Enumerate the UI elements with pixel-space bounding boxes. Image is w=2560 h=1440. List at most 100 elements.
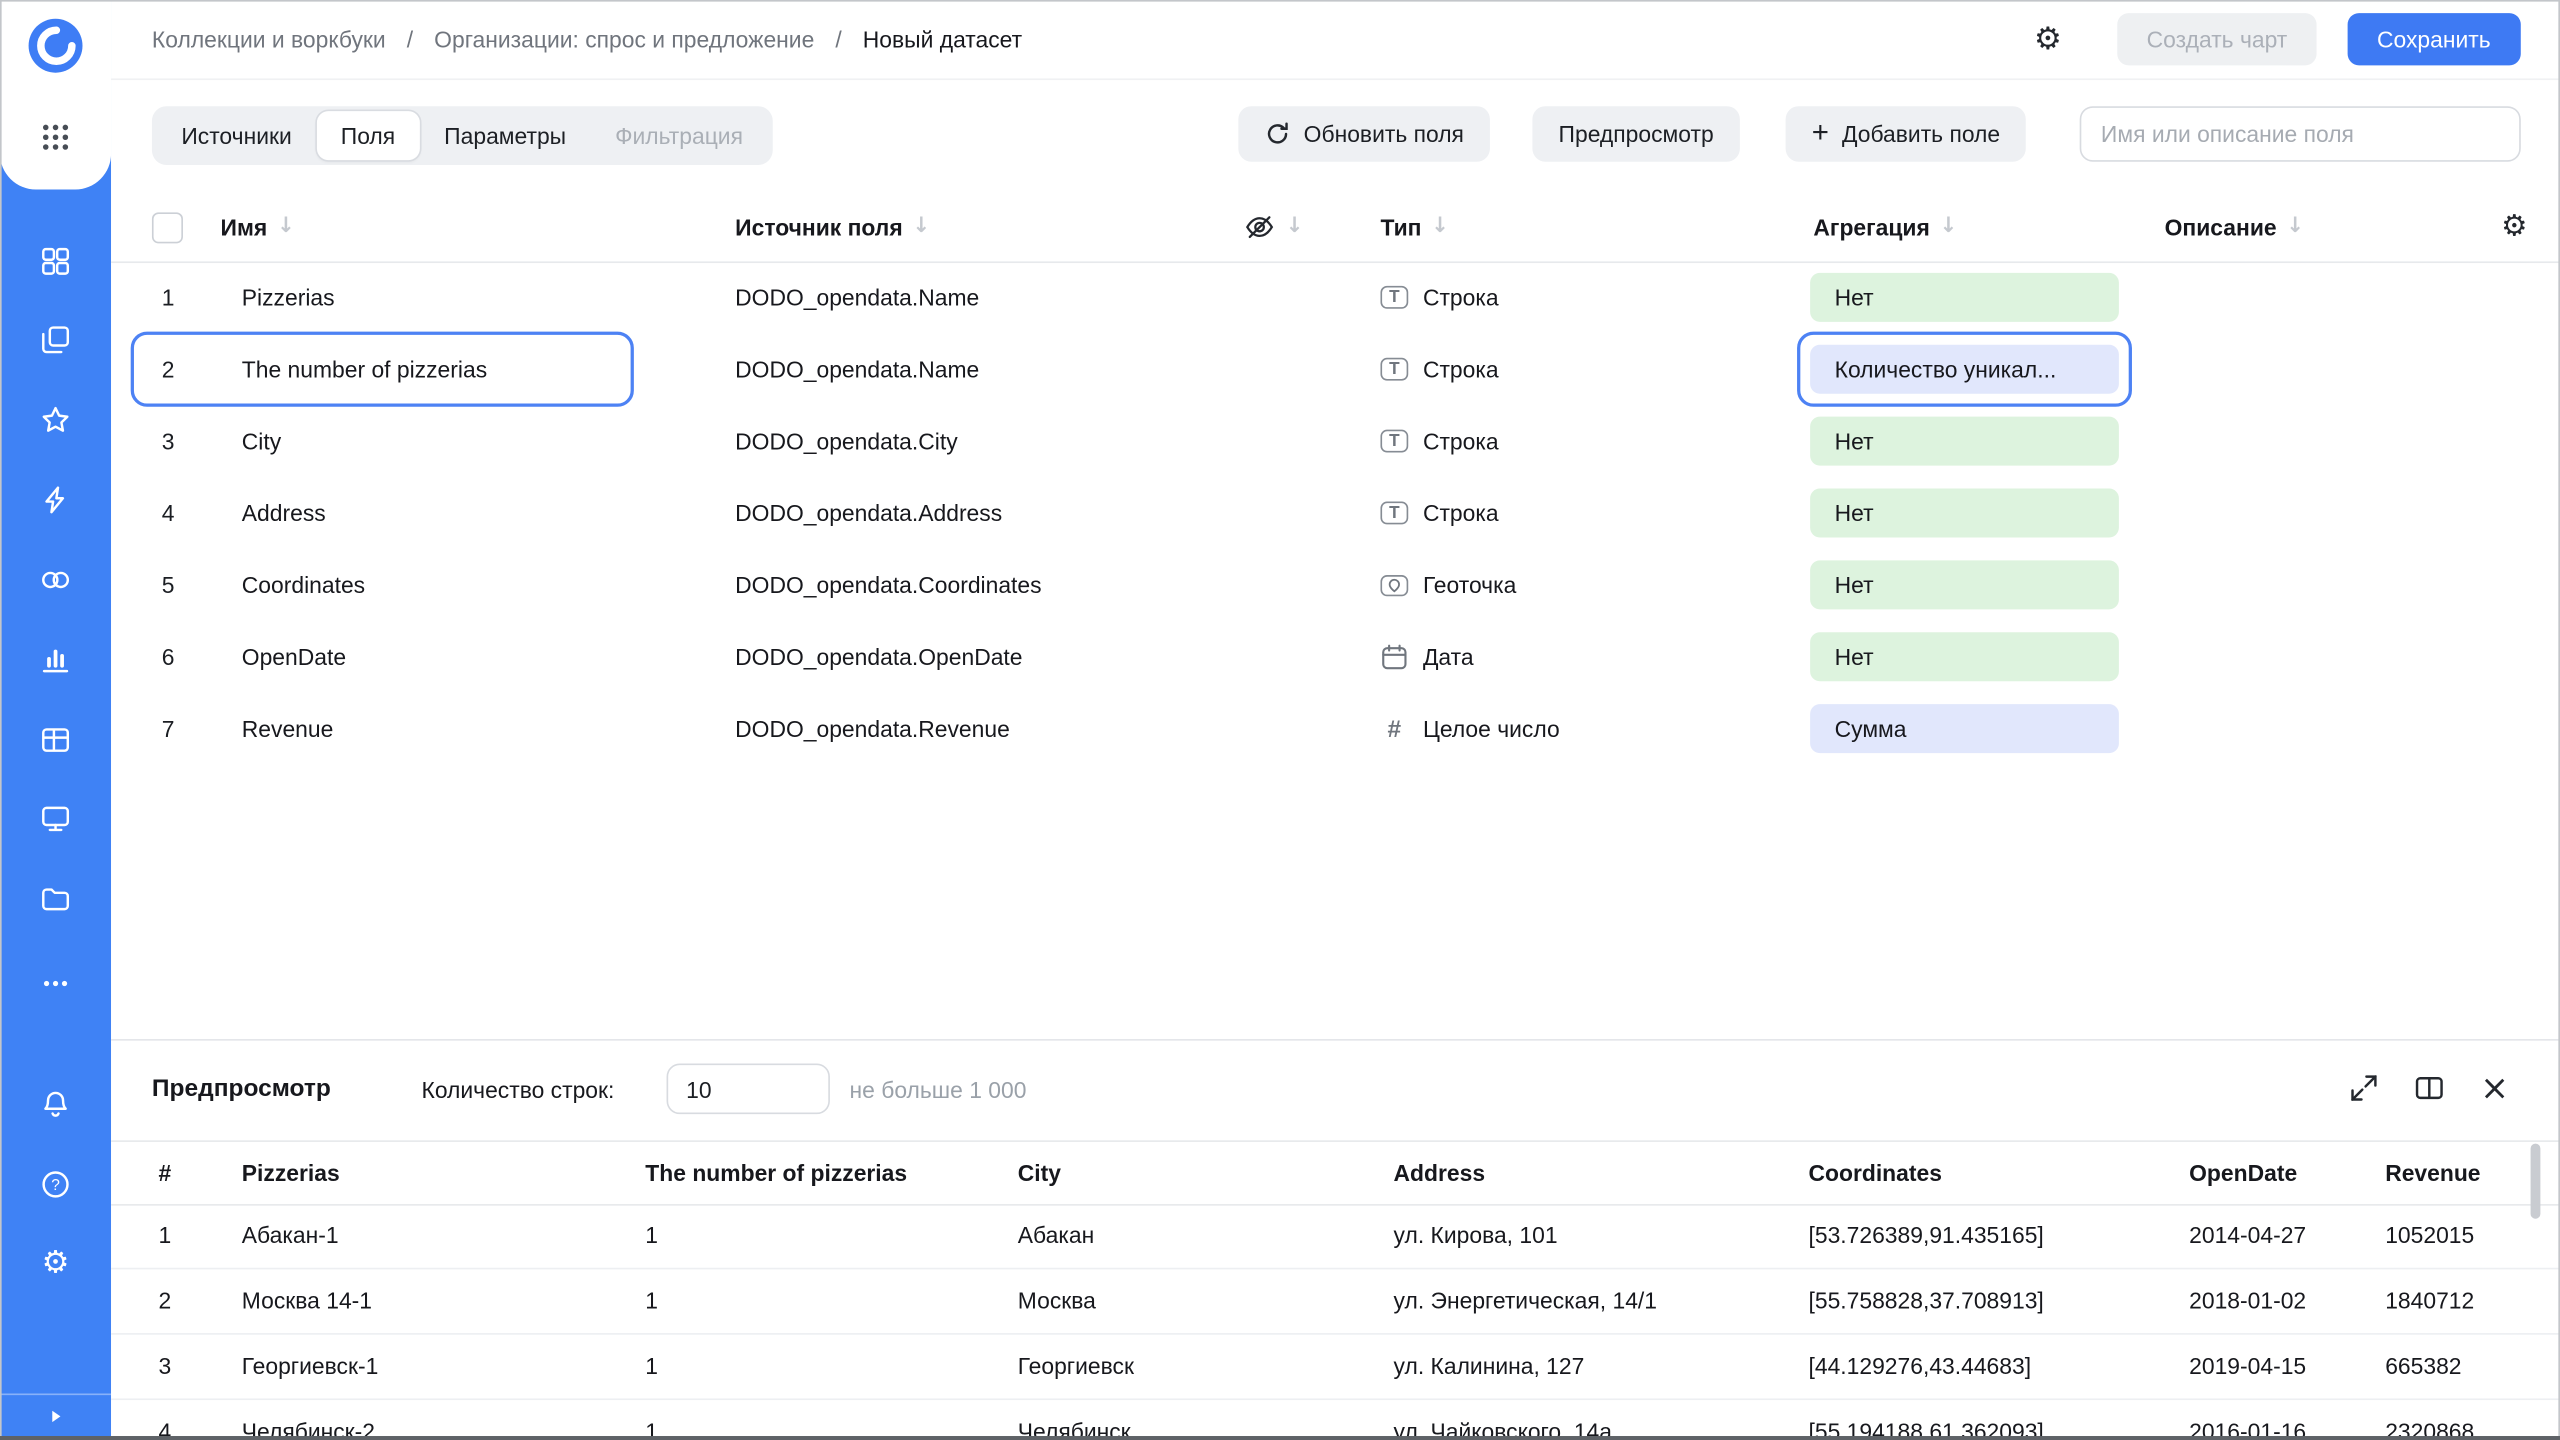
- field-name[interactable]: Pizzerias: [242, 261, 335, 333]
- preview-scrollbar-thumb[interactable]: [2530, 1143, 2541, 1219]
- field-aggregation-select[interactable]: Нет: [1810, 272, 2119, 322]
- field-name[interactable]: City: [242, 405, 281, 477]
- field-aggregation-select[interactable]: Нет: [1810, 560, 2119, 610]
- preview-expand-button[interactable]: [2348, 1072, 2381, 1105]
- preview-cell-coordinates: [55.758828,37.708913]: [1808, 1287, 2044, 1314]
- field-source[interactable]: DODO_opendata.Address: [735, 477, 1002, 549]
- field-type[interactable]: T # Строка: [1380, 405, 1499, 477]
- tab-parameters[interactable]: Параметры: [420, 111, 591, 160]
- connections-icon[interactable]: [39, 484, 72, 517]
- preview-cell-opendate: 2018-01-02: [2189, 1287, 2307, 1314]
- column-header-source[interactable]: Источник поля ↓: [735, 193, 930, 262]
- preview-row: 4 Челябинск-2 1 Челябинск ул. Чайковског…: [111, 1400, 2560, 1440]
- field-row[interactable]: 1 Pizzerias DODO_opendata.Name T # Строк…: [111, 261, 2560, 333]
- field-name[interactable]: The number of pizzerias: [242, 333, 487, 405]
- field-type[interactable]: T # Строка: [1380, 261, 1499, 333]
- more-icon[interactable]: [39, 967, 72, 1000]
- field-row-number: 7: [161, 715, 175, 742]
- save-button[interactable]: Сохранить: [2347, 13, 2521, 66]
- field-source[interactable]: DODO_opendata.Name: [735, 333, 979, 405]
- notifications-icon[interactable]: [39, 1088, 72, 1121]
- breadcrumb-collections[interactable]: Коллекции и воркбуки: [152, 26, 386, 52]
- field-aggregation-select[interactable]: Нет: [1810, 632, 2119, 682]
- field-row[interactable]: 4 Address DODO_opendata.Address T # Стро…: [111, 477, 2560, 549]
- dashboards-icon[interactable]: [39, 802, 72, 835]
- field-aggregation-select[interactable]: Сумма: [1810, 704, 2119, 754]
- field-source[interactable]: DODO_opendata.Name: [735, 261, 979, 333]
- sidebar-collapse-button[interactable]: [0, 1393, 112, 1436]
- field-type[interactable]: T # Строка: [1380, 477, 1499, 549]
- field-row[interactable]: 3 City DODO_opendata.City T # Строка Нет: [111, 405, 2560, 477]
- field-source[interactable]: DODO_opendata.City: [735, 405, 957, 477]
- column-header-name[interactable]: Имя ↓: [221, 193, 295, 262]
- services-icon[interactable]: [39, 564, 72, 597]
- field-type-label: Строка: [1422, 284, 1499, 311]
- app-window: ? ⚙ Коллекции и воркбуки / Организации: …: [0, 0, 2560, 1440]
- field-name[interactable]: Revenue: [242, 693, 334, 765]
- preview-cell-number: 1: [645, 1222, 659, 1249]
- column-header-hidden[interactable]: ↓: [1243, 193, 1304, 262]
- field-aggregation-select[interactable]: Количество уникал...: [1810, 344, 2119, 394]
- field-source[interactable]: DODO_opendata.OpenDate: [735, 621, 1022, 693]
- column-header-aggregation[interactable]: Агрегация ↓: [1813, 193, 1957, 262]
- favorites-icon[interactable]: [39, 404, 72, 437]
- preview-cell-number: 1: [645, 1418, 659, 1440]
- datalens-logo[interactable]: [26, 16, 85, 75]
- preview-cell-coordinates: [44.129276,43.44683]: [1808, 1352, 2032, 1379]
- row-count-label: Количество строк:: [421, 1076, 615, 1103]
- settings-icon[interactable]: ⚙: [39, 1247, 72, 1280]
- field-type-label: Строка: [1422, 499, 1499, 527]
- field-name[interactable]: OpenDate: [242, 621, 346, 693]
- preview-col-city: City: [1017, 1159, 1062, 1187]
- column-header-description[interactable]: Описание ↓: [2165, 193, 2305, 262]
- select-all-checkbox[interactable]: [151, 212, 183, 244]
- sort-arrow-icon: ↓: [277, 214, 295, 239]
- breadcrumb-workbook[interactable]: Организации: спрос и предложение: [434, 26, 814, 52]
- column-header-type[interactable]: Тип ↓: [1380, 193, 1449, 262]
- apps-grid-icon[interactable]: [41, 123, 70, 152]
- collections-icon[interactable]: [39, 245, 72, 278]
- field-name[interactable]: Address: [242, 477, 326, 549]
- field-type[interactable]: T # Строка: [1380, 333, 1499, 405]
- field-name[interactable]: Coordinates: [242, 549, 365, 621]
- charts-icon[interactable]: [39, 644, 72, 677]
- field-aggregation-select[interactable]: Нет: [1810, 416, 2119, 466]
- field-row[interactable]: 5 Coordinates DODO_opendata.Coordinates …: [111, 549, 2560, 621]
- field-row[interactable]: 7 Revenue DODO_opendata.Revenue T # Цело…: [111, 693, 2560, 765]
- field-row[interactable]: 6 OpenDate DODO_opendata.OpenDate T # Да…: [111, 621, 2560, 693]
- field-source[interactable]: DODO_opendata.Coordinates: [735, 549, 1041, 621]
- tables-icon[interactable]: [39, 724, 72, 757]
- preview-title: Предпросмотр: [151, 1074, 331, 1103]
- add-field-button[interactable]: + Добавить поле: [1785, 106, 2027, 162]
- refresh-fields-button[interactable]: Обновить поля: [1238, 106, 1491, 162]
- field-row-number: 4: [161, 499, 175, 527]
- tab-filtering[interactable]: Фильтрация: [591, 111, 768, 160]
- preview-cell-city: Георгиевск: [1017, 1352, 1134, 1379]
- geopoint-type-icon: [1380, 574, 1409, 596]
- storage-icon[interactable]: [39, 882, 72, 915]
- string-type-icon: T: [1380, 429, 1409, 453]
- tab-fields[interactable]: Поля: [316, 111, 420, 161]
- field-row[interactable]: 2 The number of pizzerias DODO_opendata.…: [111, 331, 2560, 407]
- field-search-input[interactable]: [2079, 106, 2521, 162]
- field-type[interactable]: T # Геоточка: [1380, 549, 1516, 621]
- preview-table-body: 1 Абакан-1 1 Абакан ул. Кирова, 101 [53.…: [111, 1204, 2560, 1440]
- table-settings-gear-icon[interactable]: ⚙: [2501, 193, 2527, 262]
- create-chart-button[interactable]: Создать чарт: [2117, 13, 2317, 66]
- dataset-settings-gear-icon[interactable]: ⚙: [2034, 23, 2067, 56]
- tab-sources[interactable]: Источники: [157, 111, 316, 160]
- preview-close-button[interactable]: ×: [2478, 1071, 2511, 1105]
- preview-layout-button[interactable]: [2413, 1072, 2446, 1105]
- field-source[interactable]: DODO_opendata.Revenue: [735, 693, 1010, 765]
- field-type[interactable]: T # Целое число: [1380, 693, 1560, 765]
- row-count-input[interactable]: [666, 1063, 830, 1115]
- field-type[interactable]: T # Дата: [1380, 621, 1474, 693]
- help-icon[interactable]: ?: [39, 1168, 72, 1201]
- preview-cell-pizzerias: Георгиевск-1: [241, 1352, 379, 1379]
- top-bar: Коллекции и воркбуки / Организации: спро…: [111, 0, 2560, 81]
- split-view-icon: [2415, 1077, 2443, 1100]
- workbooks-icon[interactable]: [39, 323, 72, 356]
- preview-toggle-button[interactable]: Предпросмотр: [1532, 106, 1740, 162]
- field-aggregation-select[interactable]: Нет: [1810, 488, 2119, 538]
- preview-cell-index: 2: [158, 1287, 172, 1314]
